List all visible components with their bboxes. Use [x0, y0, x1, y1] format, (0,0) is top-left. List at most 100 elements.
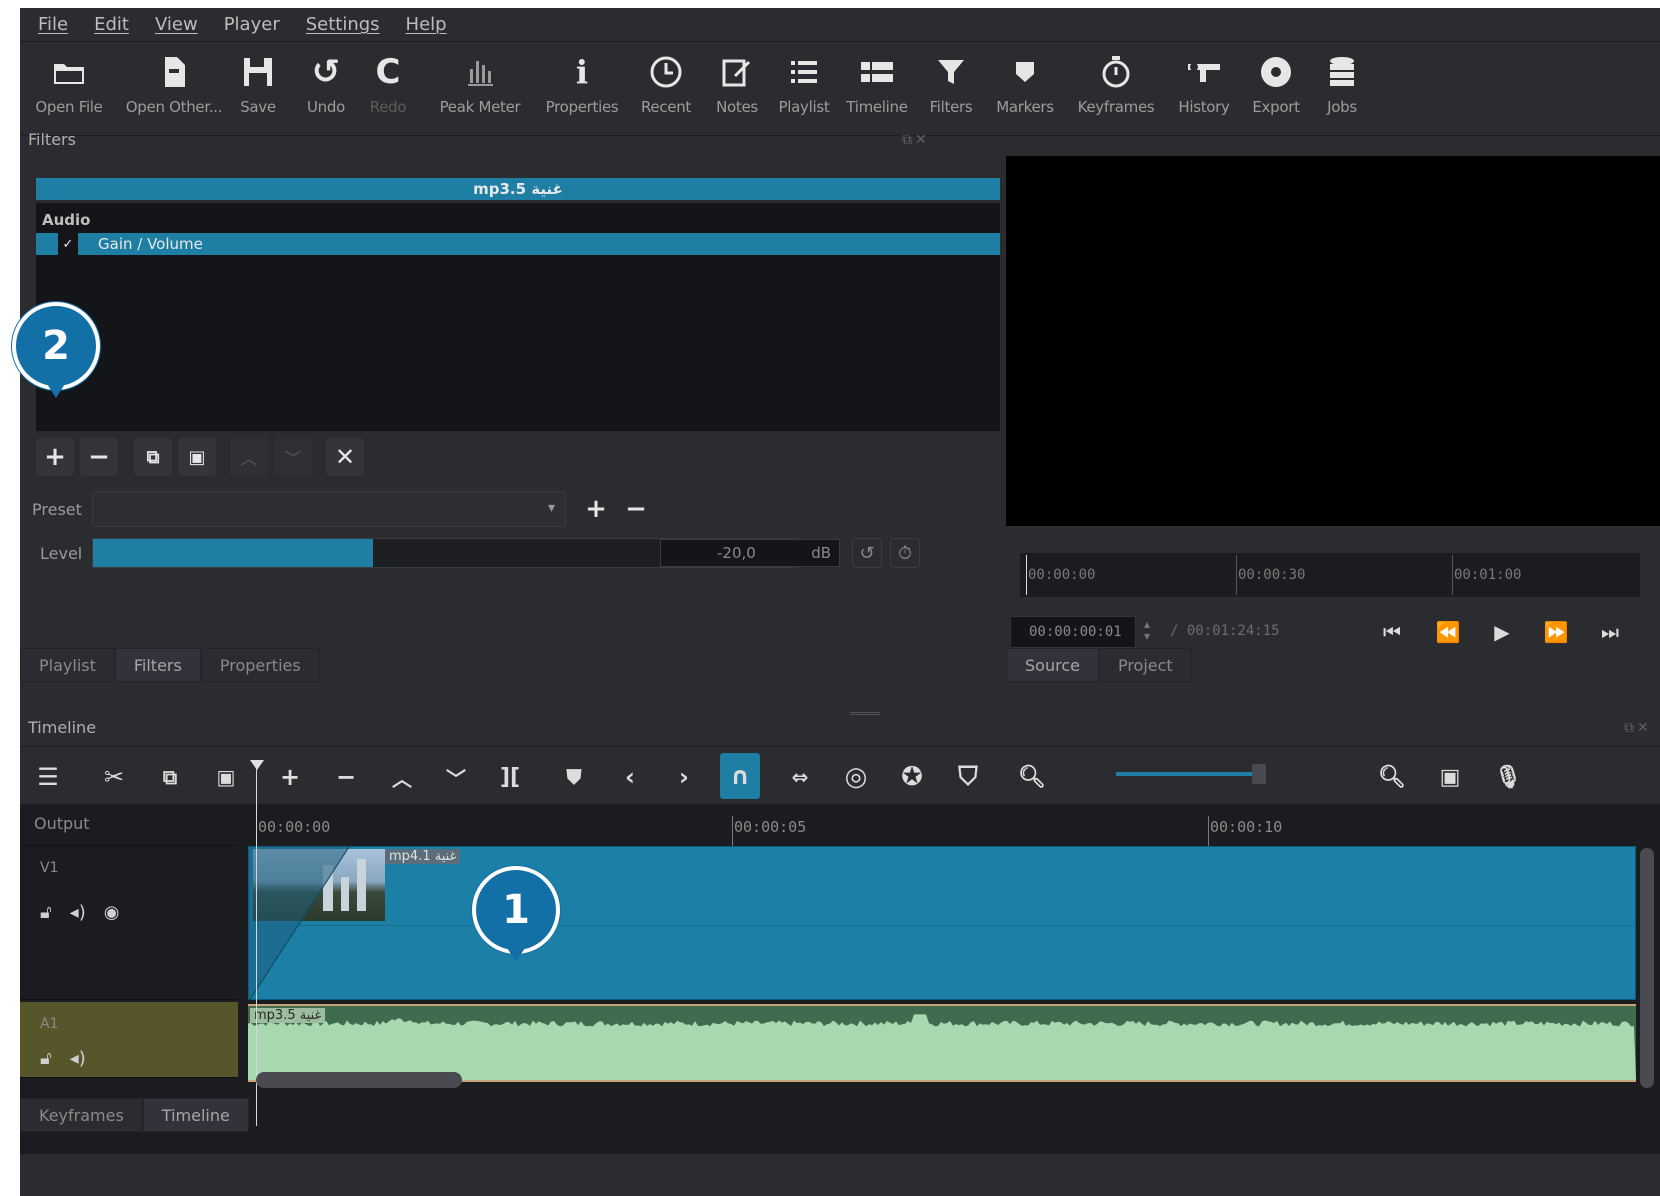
horizontal-scrollbar[interactable]	[256, 1072, 462, 1088]
fade-in-handle[interactable]	[249, 847, 389, 1001]
rewind-icon[interactable]: ⏪	[1428, 612, 1468, 652]
video-player[interactable]	[1006, 156, 1660, 526]
menu-help[interactable]: Help	[406, 14, 447, 35]
timecode-spinner-icon[interactable]: ▴ ▾	[1144, 618, 1150, 642]
playlist-button[interactable]: Playlist	[776, 52, 832, 128]
menu-settings[interactable]: Settings	[306, 14, 380, 35]
lock-icon[interactable]: 🔓︎	[40, 902, 52, 923]
mute-icon[interactable]: ◂)	[70, 1048, 86, 1069]
lock-icon[interactable]: 🔓︎	[40, 1048, 52, 1069]
save-preset-button[interactable]: +	[580, 493, 612, 525]
paste-icon[interactable]: ▣	[206, 757, 246, 797]
export-button[interactable]: Export	[1246, 52, 1306, 128]
tab-properties[interactable]: Properties	[200, 648, 320, 682]
open-other-button[interactable]: Open Other...	[126, 52, 223, 128]
fast-forward-icon[interactable]: ⏩	[1536, 612, 1576, 652]
timeline-dock-icons[interactable]: ⧉✕	[1624, 720, 1652, 736]
open-file-button[interactable]: Open File	[32, 52, 106, 128]
vertical-scrollbar[interactable]	[1640, 848, 1654, 1088]
tab-keyframes[interactable]: Keyframes	[20, 1098, 143, 1132]
track-header-v1[interactable]: V1 🔓︎ ◂) ◉	[20, 846, 238, 1000]
previous-marker-icon[interactable]: ‹	[610, 757, 650, 797]
preset-dropdown[interactable]: ▾	[92, 491, 566, 527]
timeline-ruler[interactable]: 00:00:00 00:00:05 00:00:10	[248, 804, 1660, 846]
recent-button[interactable]: Recent	[634, 52, 698, 128]
snap-magnet-icon[interactable]: ∩	[720, 753, 760, 799]
keyframes-button[interactable]: Keyframes	[1072, 52, 1160, 128]
timeline-icon	[857, 52, 897, 92]
zoom-fit-icon[interactable]: ▣	[1430, 757, 1470, 797]
zoom-slider-handle[interactable]	[1252, 764, 1266, 784]
properties-button[interactable]: i Properties	[540, 52, 624, 128]
tab-filters[interactable]: Filters	[114, 648, 201, 682]
split-icon[interactable]: ][	[490, 757, 530, 797]
menu-edit[interactable]: Edit	[94, 14, 129, 35]
tab-timeline[interactable]: Timeline	[142, 1098, 249, 1132]
move-filter-down-button[interactable]: ﹀	[274, 438, 312, 476]
menu-file[interactable]: File	[38, 14, 68, 35]
track-header-a1[interactable]: A1 🔓︎ ◂)	[20, 1002, 238, 1078]
menu-view[interactable]: View	[155, 14, 198, 35]
audio-clip[interactable]: mp3.5 غنية	[248, 1004, 1636, 1082]
save-button[interactable]: Save	[230, 52, 286, 128]
level-spinbox[interactable]: -20,0 dB	[660, 539, 840, 567]
markers-button[interactable]: Markers	[990, 52, 1060, 128]
remove-icon[interactable]: −	[326, 757, 366, 797]
tab-playlist[interactable]: Playlist	[20, 648, 115, 682]
filters-button[interactable]: Filters	[924, 52, 978, 128]
filter-enable-checkbox[interactable]	[36, 233, 58, 255]
zoom-slider-track[interactable]	[1116, 772, 1256, 776]
append-icon[interactable]: +	[270, 757, 310, 797]
copy-icon[interactable]: ⧉	[150, 757, 190, 797]
position-timecode[interactable]: 00:00:00:01	[1010, 616, 1136, 648]
player-playhead[interactable]	[1026, 555, 1027, 595]
reset-level-icon[interactable]: ↺	[852, 538, 882, 568]
undo-button[interactable]: ↺ Undo	[298, 52, 354, 128]
record-audio-icon[interactable]: 🎙︎	[1488, 757, 1528, 797]
peak-meter-button[interactable]: Peak Meter	[434, 52, 526, 128]
jobs-button[interactable]: Jobs	[1316, 52, 1368, 128]
eye-icon[interactable]: ◉	[104, 902, 120, 923]
deselect-filter-button[interactable]: ✕	[326, 438, 364, 476]
timeline-ruler-label: 00:00:00	[258, 818, 331, 836]
delete-preset-button[interactable]: −	[620, 493, 652, 525]
playhead-handle-icon[interactable]	[250, 760, 264, 770]
ripple-markers-icon[interactable]: ⛉	[948, 757, 988, 797]
timeline-button[interactable]: Timeline	[842, 52, 912, 128]
history-icon	[1184, 52, 1224, 92]
skip-to-start-icon[interactable]: ⏮	[1372, 612, 1412, 652]
tab-source[interactable]: Source	[1006, 648, 1099, 682]
redo-button[interactable]: C Redo	[362, 52, 414, 128]
dock-float-close-icon[interactable]: ⧉✕	[902, 132, 930, 148]
move-filter-up-button[interactable]: ︿	[230, 438, 268, 476]
timeline-menu-icon[interactable]: ☰	[28, 757, 68, 797]
notes-button[interactable]: Notes	[710, 52, 764, 128]
play-icon[interactable]: ▶	[1482, 612, 1522, 652]
jobs-icon	[1322, 52, 1362, 92]
next-marker-icon[interactable]: ›	[664, 757, 704, 797]
tab-project[interactable]: Project	[1098, 648, 1192, 682]
video-clip[interactable]: mp4.1 غنية	[248, 846, 1636, 1001]
menu-player[interactable]: Player	[224, 14, 280, 35]
add-filter-button[interactable]: +	[36, 438, 74, 476]
lift-icon[interactable]: ︿	[382, 757, 422, 797]
panel-splitter[interactable]	[850, 712, 880, 715]
marker-icon[interactable]: ⛊	[554, 757, 594, 797]
filter-item-gain-volume[interactable]: ✓ Gain / Volume	[36, 233, 1000, 255]
remove-filter-button[interactable]: −	[80, 438, 118, 476]
player-ruler[interactable]: 00:00:00 00:00:30 00:01:00	[1020, 553, 1640, 597]
zoom-out-icon[interactable]: 🔍︎	[1012, 757, 1052, 797]
ripple-all-tracks-icon[interactable]: ✪	[892, 757, 932, 797]
timeline-playhead[interactable]	[256, 760, 257, 1126]
cut-icon[interactable]: ✂	[94, 757, 134, 797]
history-button[interactable]: History	[1172, 52, 1236, 128]
ripple-icon[interactable]: ◎	[836, 757, 876, 797]
overwrite-icon[interactable]: ﹀	[436, 757, 476, 797]
keyframe-level-icon[interactable]: ⏱	[890, 538, 920, 568]
skip-to-end-icon[interactable]: ⏭	[1590, 612, 1630, 652]
scrub-drag-icon[interactable]: ⇔	[780, 757, 820, 797]
mute-icon[interactable]: ◂)	[70, 902, 86, 923]
paste-filter-button[interactable]: ▣	[178, 438, 216, 476]
zoom-in-icon[interactable]: 🔍︎	[1372, 757, 1412, 797]
copy-filter-button[interactable]: ⧉	[134, 438, 172, 476]
